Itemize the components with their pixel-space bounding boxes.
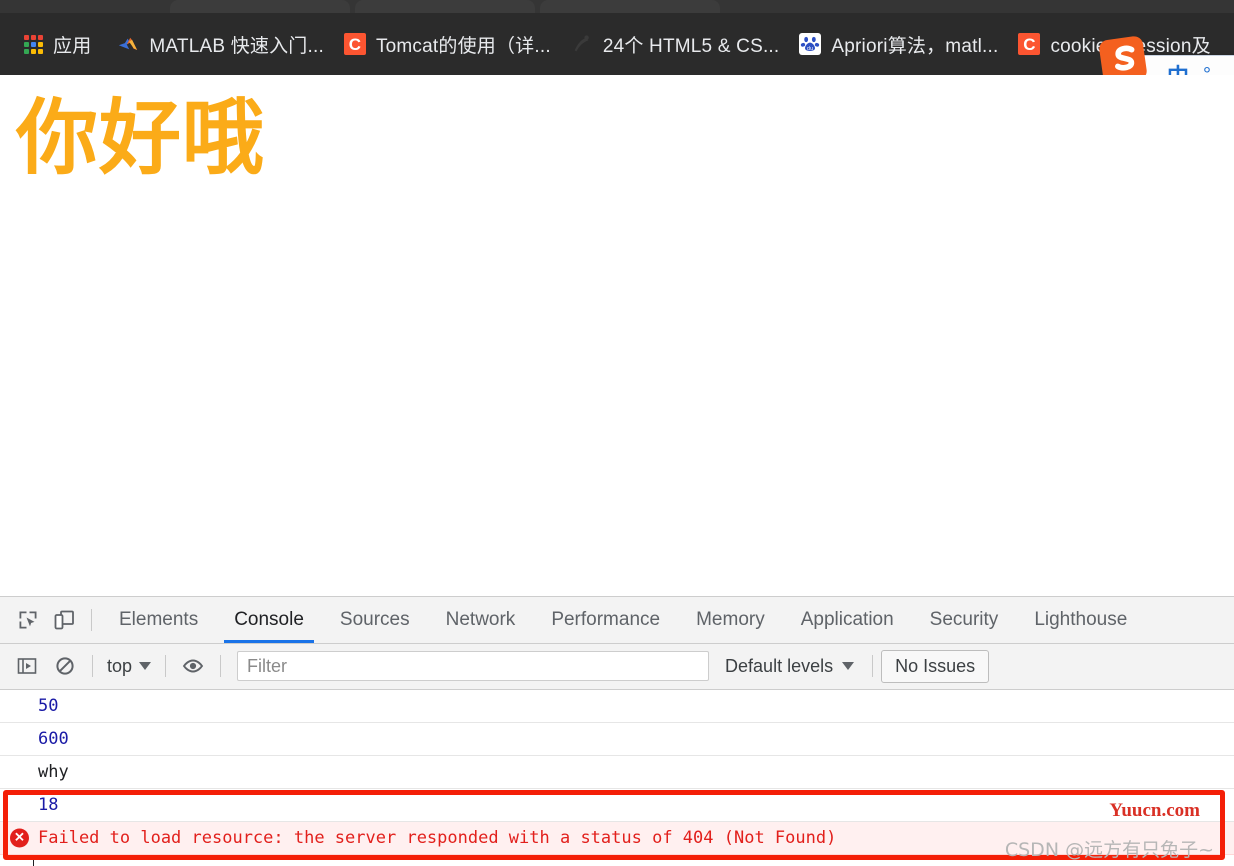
bookmark-apps[interactable]: 应用 — [14, 25, 101, 64]
console-sidebar-icon[interactable] — [8, 649, 46, 683]
search-input[interactable] — [237, 651, 710, 682]
filterbar-divider — [872, 655, 874, 678]
tab-security[interactable]: Security — [912, 597, 1017, 643]
bookmark-label: MATLAB 快速入门... — [149, 35, 324, 57]
tab-performance[interactable]: Performance — [533, 597, 678, 643]
console-message: why — [0, 756, 1234, 789]
tab-memory[interactable]: Memory — [678, 597, 783, 643]
sogou-ime-toolbar[interactable]: 中 °, — [1099, 36, 1234, 76]
page-icon — [574, 35, 589, 52]
filterbar-divider — [165, 655, 167, 678]
browser-tab[interactable] — [540, 0, 720, 13]
log-levels-selector[interactable]: Default levels — [715, 656, 864, 677]
console-message: 600 — [0, 723, 1234, 756]
watermark-csdn: CSDN @远方有只兔子~ — [1004, 839, 1214, 861]
filterbar-divider — [92, 655, 93, 678]
baidu-icon: du — [799, 33, 822, 55]
devtools-panel: Elements Console Sources Network Perform… — [0, 596, 1234, 866]
tab-console[interactable]: Console — [216, 597, 322, 644]
bookmark-label: Apriori算法，matl... — [831, 35, 999, 57]
device-toolbar-icon[interactable] — [46, 597, 82, 643]
filterbar-divider — [220, 655, 222, 678]
console-prompt-caret — [33, 856, 34, 866]
ime-symbol-label[interactable]: °, — [1203, 64, 1217, 76]
page-heading: 你好哦 — [16, 91, 266, 186]
console-message: 18 — [0, 789, 1234, 822]
devtools-tabbar: Elements Console Sources Network Perform… — [0, 597, 1234, 645]
page-viewport: 你好哦 — [0, 75, 1234, 596]
browser-tab[interactable] — [170, 0, 350, 13]
tab-sources[interactable]: Sources — [322, 597, 428, 643]
log-levels-label: Default levels — [725, 655, 834, 676]
apps-grid-icon — [24, 34, 43, 54]
tab-network[interactable]: Network — [428, 597, 534, 643]
watermark-yuucn: Yuucn.com — [1109, 800, 1200, 821]
browser-window: 应用 MATLAB 快速入门... C Tomcat的使用（详... 24个 H… — [0, 0, 1234, 866]
chevron-down-icon — [139, 662, 152, 671]
bookmark-apriori[interactable]: du Apriori算法，matl... — [789, 25, 1008, 64]
console-error-text: Failed to load resource: the server resp… — [38, 827, 837, 848]
bookmark-matlab[interactable]: MATLAB 快速入门... — [107, 25, 334, 64]
bookmark-label: 应用 — [53, 35, 92, 57]
sogou-ime-logo — [1099, 36, 1147, 75]
csdn-icon: C — [343, 33, 366, 55]
bookmark-label: 24个 HTML5 & CS... — [602, 35, 780, 57]
chevron-down-icon — [842, 662, 855, 671]
error-circle-icon: ✕ — [10, 828, 29, 848]
live-expression-icon[interactable] — [174, 649, 212, 683]
bookmark-label: Tomcat的使用（详... — [375, 35, 551, 57]
execution-context-selector[interactable]: top — [101, 656, 157, 677]
csdn-icon: C — [1018, 33, 1041, 55]
tab-elements[interactable]: Elements — [101, 597, 216, 643]
bookmark-html5[interactable]: 24个 HTML5 & CS... — [561, 25, 790, 64]
svg-text:du: du — [807, 46, 813, 52]
bookmarks-bar: 应用 MATLAB 快速入门... C Tomcat的使用（详... 24个 H… — [0, 13, 1234, 75]
toolbar-divider — [91, 609, 92, 632]
console-message: 50 — [0, 690, 1234, 723]
bookmark-tomcat[interactable]: C Tomcat的使用（详... — [334, 25, 561, 64]
clear-console-icon[interactable] — [46, 649, 84, 683]
matlab-icon — [119, 37, 138, 51]
tab-lighthouse[interactable]: Lighthouse — [1016, 597, 1145, 643]
browser-tab[interactable] — [355, 0, 535, 13]
browser-tabstrip — [0, 0, 1234, 13]
console-filter-bar: top Default levels No Issues — [0, 644, 1234, 690]
execution-context-label: top — [107, 655, 133, 676]
inspect-element-icon[interactable] — [10, 597, 46, 643]
no-issues-button[interactable]: No Issues — [881, 649, 990, 683]
tab-application[interactable]: Application — [783, 597, 912, 643]
ime-mode-label[interactable]: 中 — [1167, 59, 1189, 75]
